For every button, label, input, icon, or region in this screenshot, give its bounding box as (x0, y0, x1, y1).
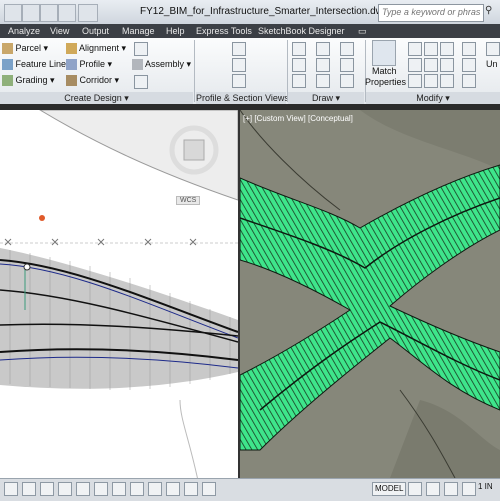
alignment-button[interactable]: Alignment ▾ (66, 43, 126, 55)
dynamic-input-icon[interactable] (166, 482, 180, 496)
polar-tracking-icon[interactable] (76, 482, 90, 496)
spline-icon[interactable] (292, 58, 306, 72)
draw-panel-title[interactable]: Draw ▾ (288, 92, 364, 104)
stretch-icon[interactable] (408, 74, 422, 88)
tab-sketchbook-designer[interactable]: SketchBook Designer (258, 24, 345, 38)
point-icon[interactable] (292, 74, 306, 88)
rectangle-icon[interactable] (316, 74, 330, 88)
feature-line-icon (2, 59, 13, 71)
pan-icon[interactable] (444, 482, 458, 496)
wcs-menu[interactable]: WCS (176, 196, 201, 205)
hatch-icon[interactable] (340, 58, 354, 72)
plan-drawing (0, 110, 238, 478)
model-space-button[interactable]: MODEL (372, 482, 407, 496)
quick-view-layouts-icon[interactable] (408, 482, 422, 496)
redo-icon[interactable] (58, 4, 76, 22)
grading-button[interactable]: Grading ▾ (2, 75, 55, 87)
pipe-network-icon[interactable] (134, 75, 148, 89)
corridor-icon (66, 75, 77, 87)
partial-label: Un (486, 59, 498, 69)
sample-lines-icon[interactable] (232, 74, 246, 88)
3d-viewport[interactable] (240, 110, 500, 478)
object-snap-icon[interactable] (94, 482, 108, 496)
search-input[interactable] (379, 5, 483, 19)
corridor-button[interactable]: Corridor ▾ (66, 75, 119, 87)
intersection-icon[interactable] (134, 42, 148, 56)
grading-icon (2, 75, 13, 87)
ribbon-minimize-icon[interactable]: ▭ (358, 24, 367, 38)
corridor-3d-model (240, 110, 500, 478)
grid-display-icon[interactable] (40, 482, 54, 496)
lineweight-icon[interactable] (184, 482, 198, 496)
parcel-icon (2, 43, 13, 55)
assembly-button[interactable]: Assembly ▾ (132, 59, 191, 71)
erase-icon[interactable] (462, 42, 476, 56)
layer-icon[interactable] (486, 42, 500, 56)
tab-analyze[interactable]: Analyze (8, 24, 40, 38)
profile-icon (66, 59, 77, 71)
match-properties-label-1: Match (372, 66, 397, 76)
move-icon[interactable] (408, 42, 422, 56)
polyline-icon[interactable] (316, 42, 330, 56)
tab-express-tools[interactable]: Express Tools (196, 24, 252, 38)
region-icon[interactable] (340, 74, 354, 88)
profile-button[interactable]: Profile ▾ (66, 59, 112, 71)
arc-icon[interactable] (340, 42, 354, 56)
search-box[interactable] (378, 4, 484, 22)
parcel-button[interactable]: Parcel ▾ (2, 43, 48, 55)
tab-help[interactable]: Help (166, 24, 185, 38)
fillet-icon[interactable] (440, 58, 454, 72)
circle-icon[interactable] (316, 58, 330, 72)
object-snap-tracking-icon[interactable] (130, 482, 144, 496)
profile-view-icon[interactable] (232, 42, 246, 56)
dynamic-ucs-icon[interactable] (148, 482, 162, 496)
mirror-icon[interactable] (424, 58, 438, 72)
line-icon[interactable] (292, 42, 306, 56)
plan-viewport[interactable] (0, 110, 238, 478)
quick-view-drawings-icon[interactable] (426, 482, 440, 496)
tab-output[interactable]: Output (82, 24, 109, 38)
assembly-icon (132, 59, 143, 71)
panel-separator (194, 40, 195, 102)
create-design-panel-title[interactable]: Create Design ▾ (0, 92, 193, 104)
modify-panel-title[interactable]: Modify ▾ (366, 92, 500, 104)
snap-mode-icon[interactable] (22, 482, 36, 496)
tab-manage[interactable]: Manage (122, 24, 155, 38)
match-properties-label-2: Properties (365, 77, 407, 87)
infer-constraints-icon[interactable] (4, 482, 18, 496)
array-icon[interactable] (440, 74, 454, 88)
window-title: FY12_BIM_for_Infrastructure_Smarter_Inte… (140, 6, 389, 17)
zoom-icon[interactable] (462, 482, 476, 496)
search-icon[interactable]: ⚲ (485, 5, 492, 16)
rotate-icon[interactable] (424, 42, 438, 56)
transparency-icon[interactable] (202, 482, 216, 496)
feature-line-button[interactable]: Feature Line ▾ (2, 59, 73, 71)
status-bar (0, 478, 500, 501)
match-properties-icon[interactable] (372, 40, 396, 66)
save-icon[interactable] (22, 4, 40, 22)
ortho-mode-icon[interactable] (58, 482, 72, 496)
open-icon[interactable] (4, 4, 22, 22)
copy-icon[interactable] (408, 58, 422, 72)
scale-icon[interactable] (424, 74, 438, 88)
trim-icon[interactable] (440, 42, 454, 56)
profile-section-panel-title[interactable]: Profile & Section Views (196, 92, 289, 104)
alignment-icon (66, 43, 77, 55)
offset-icon[interactable] (462, 74, 476, 88)
workspace-dropdown[interactable] (78, 4, 98, 22)
annotation-scale[interactable]: 1 IN (478, 482, 493, 491)
undo-icon[interactable] (40, 4, 58, 22)
viewport-label[interactable]: [+] [Custom View] [Conceptual] (243, 114, 353, 123)
3d-object-snap-icon[interactable] (112, 482, 126, 496)
explode-icon[interactable] (462, 58, 476, 72)
tab-view[interactable]: View (50, 24, 69, 38)
section-view-icon[interactable] (232, 58, 246, 72)
